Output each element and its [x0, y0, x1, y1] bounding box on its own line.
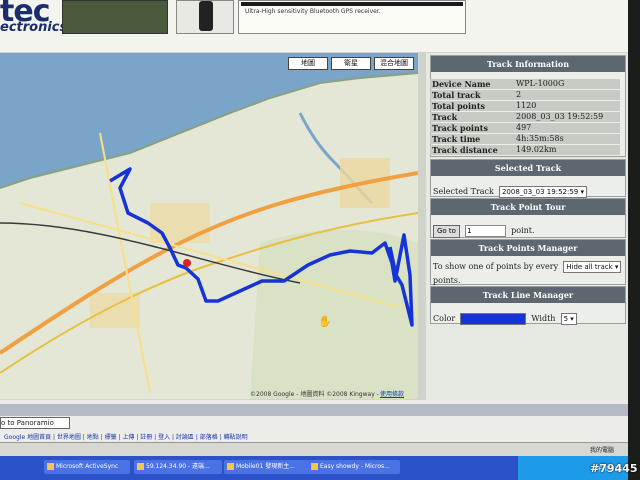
info-row: Total points 1120	[430, 101, 620, 111]
hand-cursor-icon: ✋	[318, 315, 332, 328]
color-value: Blue	[463, 315, 479, 323]
taskbar-item[interactable]: Microsoft ActiveSync	[44, 460, 130, 474]
monitor-bezel	[628, 0, 640, 480]
map-type-buttons: 地圖 衛星 混合地圖	[288, 57, 414, 70]
info-value: 1120	[516, 101, 537, 110]
selected-track-section: Selected Track Selected Track 2008_03_03…	[430, 159, 626, 198]
footer-bar	[0, 404, 628, 416]
track-point-tour-section: Track Point Tour Go to 1 point.	[430, 198, 626, 238]
browser-status-bar: 我的電腦	[0, 442, 628, 456]
map-canvas	[0, 53, 418, 399]
track-line-manager-section: Track Line Manager Color Blue ▾ Width 5 …	[430, 286, 626, 325]
map-copyright: ©2008 Google - 地圖資料 ©2008 Kingway -	[250, 391, 379, 398]
info-label: Track distance	[432, 145, 498, 155]
track-information-table: Device Name WPL-1000G Total track 2 Total …	[430, 79, 620, 156]
track-line-manager-title: Track Line Manager	[431, 287, 625, 303]
terms-link[interactable]: 使用條款	[380, 389, 404, 398]
color-label: Color	[433, 314, 456, 323]
info-value: 149.02km	[516, 145, 557, 154]
width-label: Width	[531, 314, 556, 323]
info-label: Total points	[432, 101, 486, 111]
info-row: Track points 497	[430, 123, 620, 133]
info-value: 497	[516, 123, 532, 132]
point-suffix: point.	[511, 226, 535, 235]
info-value: 4h:35m:58s	[516, 134, 564, 143]
company-logo[interactable]: tec ectronics	[0, 0, 67, 36]
info-row: Track distance 149.02km	[430, 145, 620, 155]
page-footer: o to Panoramio Google 地圖首頁 | 世界地圖 | 地點 |…	[0, 400, 628, 456]
info-label: Device Name	[432, 79, 491, 89]
windows-taskbar: Microsoft ActiveSync 59.124.34.90 - 遠端..…	[0, 456, 628, 480]
banner-tagline-box: Ultra-High sensitivity Bluetooth GPS rec…	[238, 0, 466, 34]
banner-tagline: Ultra-High sensitivity Bluetooth GPS rec…	[245, 8, 381, 15]
selected-track-select[interactable]: 2008_03_03 19:52:59 ▾	[498, 186, 587, 198]
info-value: 2	[516, 90, 522, 99]
map-type-map-button[interactable]: 地圖	[288, 57, 328, 70]
track-point-tour-title: Track Point Tour	[431, 199, 625, 215]
points-manager-text-2: points.	[433, 276, 461, 285]
track-points-manager-title: Track Points Manager	[431, 240, 625, 256]
selected-track-value: 2008_03_03 19:52:59	[501, 188, 579, 196]
info-label: Track time	[432, 134, 481, 144]
taskbar-item[interactable]: Mobile01 發現新主...	[224, 460, 310, 474]
points-visibility-select[interactable]: Hide all track ▾	[563, 261, 622, 273]
taskbar-item[interactable]: 59.124.34.90 - 遠端...	[134, 460, 222, 474]
track-panel: Track Information Device Name WPL-1000G T…	[426, 53, 628, 413]
watermark: #79445	[590, 462, 638, 475]
taskbar-item[interactable]: Easy showdy - Micros...	[308, 460, 400, 474]
info-value: 2008_03_03 19:52:59	[516, 112, 604, 121]
points-manager-text: To show one of points by every	[433, 262, 559, 271]
selected-track-label: Selected Track	[433, 187, 494, 196]
track-points-manager-section: Track Points Manager To show one of poin…	[430, 239, 626, 285]
site-banner: tec ectronics Ultra-High sensitivity Blu…	[0, 0, 628, 52]
logo-subtext: ectronics	[0, 20, 68, 35]
gps-device-image	[176, 0, 234, 34]
google-map[interactable]: 地圖 衛星 混合地圖 ✋ ©2008 Google - 地圖資料 ©2008 K…	[0, 53, 418, 399]
selected-track-title: Selected Track	[431, 160, 625, 176]
info-label: Track	[432, 112, 458, 122]
footer-links[interactable]: Google 地圖首頁 | 世界地圖 | 地點 | 標籤 | 上傳 | 註冊 |…	[4, 432, 248, 441]
screen: tec ectronics Ultra-High sensitivity Blu…	[0, 0, 640, 480]
width-value: 5	[563, 315, 569, 323]
track-information-title: Track Information	[431, 56, 625, 72]
map-type-satellite-button[interactable]: 衛星	[331, 57, 371, 70]
info-row: Track 2008_03_03 19:52:59	[430, 112, 620, 122]
map-type-hybrid-button[interactable]: 混合地圖	[374, 57, 414, 70]
info-label: Total track	[432, 90, 481, 100]
info-label: Track points	[432, 123, 488, 133]
width-select[interactable]: 5 ▾	[560, 313, 577, 325]
info-value: WPL-1000G	[516, 79, 565, 88]
info-row: Total track 2	[430, 90, 620, 100]
go-to-button[interactable]: Go to	[433, 225, 460, 238]
panoramio-button[interactable]: o to Panoramio	[0, 417, 70, 429]
banner-map-thumbnail	[62, 0, 168, 34]
color-select[interactable]: Blue ▾	[460, 313, 527, 325]
info-row: Track time 4h:35m:58s	[430, 134, 620, 144]
info-row: Device Name WPL-1000G	[430, 79, 620, 89]
points-visibility-value: Hide all track	[566, 263, 613, 271]
point-number-input[interactable]: 1	[465, 225, 507, 237]
status-zone: 我的電腦	[590, 447, 615, 454]
